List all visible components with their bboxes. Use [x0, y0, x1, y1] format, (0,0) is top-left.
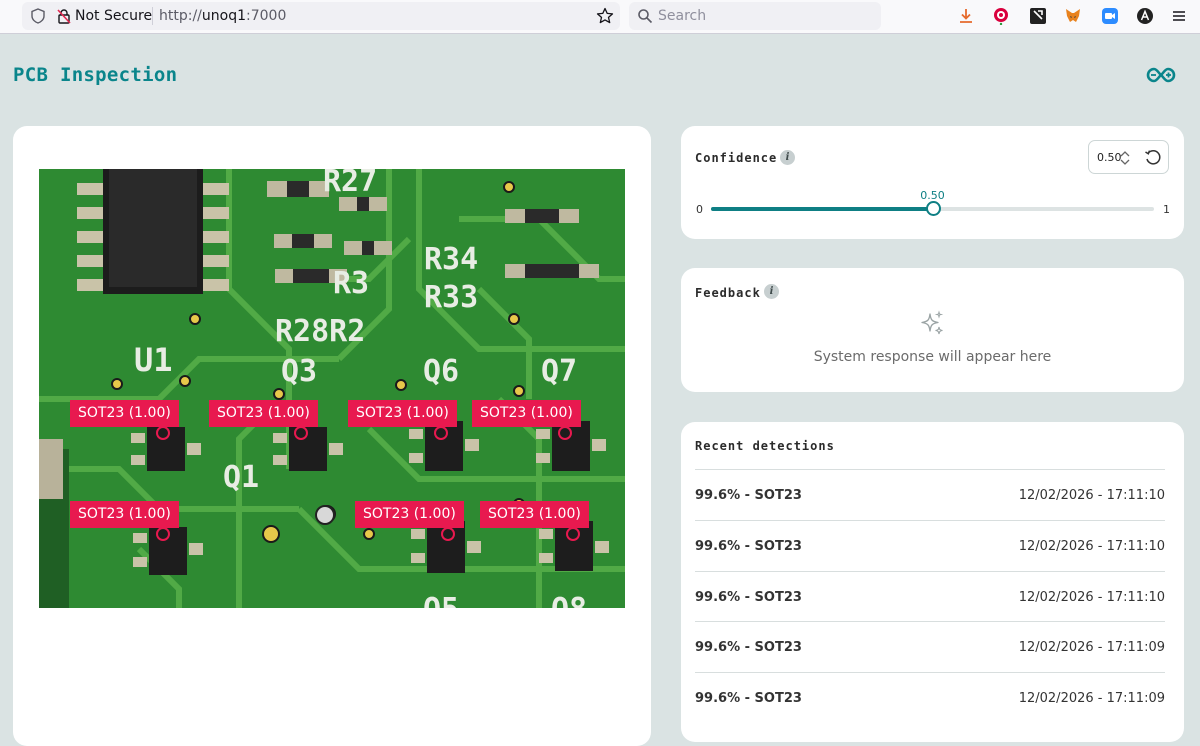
bookmark-star-icon[interactable]: [596, 7, 614, 25]
detection-summary: 99.6% - SOT23: [695, 488, 802, 503]
metamask-fox-icon[interactable]: [1064, 7, 1082, 25]
slider-thumb[interactable]: [925, 201, 941, 216]
page-title: PCB Inspection: [13, 64, 178, 86]
silkscreen-text: U1: [134, 341, 173, 379]
url-bar[interactable]: Not Secure http://unoq1:7000: [22, 2, 620, 30]
confidence-slider[interactable]: [711, 201, 1154, 216]
silkscreen-text: R3: [333, 266, 369, 301]
detection-marker: [434, 426, 448, 440]
detection-label: SOT23 (1.00): [70, 501, 179, 528]
confidence-card: Confidence i 0.50 0 0.50 1: [681, 126, 1184, 239]
browser-toolbar: Not Secure http://unoq1:7000 Search: [0, 0, 1200, 34]
list-item: 99.6% - SOT23 12/02/2026 - 17:11:09: [695, 621, 1165, 671]
search-bar[interactable]: Search: [629, 2, 881, 30]
url-host: unoq1: [201, 8, 246, 24]
arduino-logo-icon: [1146, 67, 1176, 83]
pcb-camera-view: R27 R3 R34 R33 R28R2 U1 Q3 Q6 Q7 Q1 Q5 Q…: [39, 169, 625, 608]
extension-target-icon[interactable]: [992, 7, 1010, 25]
detection-label: SOT23 (1.00): [70, 400, 179, 427]
silkscreen-text: Q6: [423, 354, 459, 389]
slider-max-label: 1: [1163, 203, 1170, 216]
detection-marker: [441, 527, 455, 541]
info-icon[interactable]: i: [780, 150, 795, 165]
list-item: 99.6% - SOT23 12/02/2026 - 17:11:09: [695, 672, 1165, 722]
list-item: 99.6% - SOT23 12/02/2026 - 17:11:10: [695, 571, 1165, 621]
extension-cursor-icon[interactable]: [1029, 7, 1047, 25]
detection-marker: [156, 527, 170, 541]
detection-timestamp: 12/02/2026 - 17:11:10: [1018, 488, 1165, 503]
detection-label: SOT23 (1.00): [480, 501, 589, 528]
downloads-icon[interactable]: [957, 7, 975, 25]
detection-summary: 99.6% - SOT23: [695, 640, 802, 655]
detection-marker: [558, 426, 572, 440]
silkscreen-text: R34: [424, 242, 478, 277]
silkscreen-text: Q3: [281, 354, 317, 389]
feedback-card: Feedback i System response will appear h…: [681, 268, 1184, 392]
search-icon: [638, 9, 653, 24]
slider-value-label: 0.50: [920, 189, 945, 202]
detection-label: SOT23 (1.00): [472, 400, 581, 427]
silkscreen-text: R27: [323, 169, 377, 199]
list-item: 99.6% - SOT23 12/02/2026 - 17:11:10: [695, 469, 1165, 519]
extension-video-icon[interactable]: [1101, 7, 1119, 25]
recent-detections-card: Recent detections 99.6% - SOT23 12/02/20…: [681, 422, 1184, 742]
image-card: R27 R3 R34 R33 R28R2 U1 Q3 Q6 Q7 Q1 Q5 Q…: [13, 126, 651, 746]
silkscreen-text: R33: [424, 280, 478, 315]
silkscreen-text: Q5: [423, 592, 459, 608]
detection-summary: 99.6% - SOT23: [695, 691, 802, 706]
detection-summary: 99.6% - SOT23: [695, 539, 802, 554]
detection-timestamp: 12/02/2026 - 17:11:09: [1018, 691, 1165, 706]
detection-summary: 99.6% - SOT23: [695, 590, 802, 605]
detection-marker: [156, 426, 170, 440]
url-text[interactable]: http://unoq1:7000: [159, 8, 286, 24]
url-separator: [152, 7, 153, 25]
url-prefix: http://: [159, 8, 202, 24]
silkscreen-text: R28R2: [275, 314, 365, 349]
detection-timestamp: 12/02/2026 - 17:11:09: [1018, 640, 1165, 655]
confidence-title: Confidence: [695, 151, 778, 165]
sparkle-icon: [921, 310, 944, 335]
detection-label: SOT23 (1.00): [209, 400, 318, 427]
detection-marker: [566, 527, 580, 541]
info-icon[interactable]: i: [764, 284, 779, 299]
shield-icon[interactable]: [30, 8, 46, 24]
feedback-title: Feedback: [695, 286, 761, 300]
detection-marker: [294, 426, 308, 440]
pcb-image: R27 R3 R34 R33 R28R2 U1 Q3 Q6 Q7 Q1 Q5 Q…: [39, 169, 625, 608]
confidence-input[interactable]: 0.50: [1097, 151, 1122, 164]
detection-label: SOT23 (1.00): [355, 501, 464, 528]
spinner-arrows-icon[interactable]: [1119, 151, 1131, 165]
menu-icon[interactable]: [1170, 7, 1188, 25]
security-label[interactable]: Not Secure: [75, 8, 152, 24]
slider-min-label: 0: [696, 203, 703, 216]
confidence-input-group: 0.50: [1088, 140, 1169, 174]
detection-timestamp: 12/02/2026 - 17:11:10: [1018, 539, 1165, 554]
url-port: :7000: [246, 8, 287, 24]
recent-title: Recent detections: [695, 439, 835, 453]
insecure-lock-icon[interactable]: [56, 8, 72, 24]
feedback-placeholder: System response will appear here: [813, 349, 1052, 365]
reset-icon[interactable]: [1144, 149, 1162, 167]
slider-fill: [711, 207, 933, 211]
detection-timestamp: 12/02/2026 - 17:11:10: [1018, 590, 1165, 605]
account-avatar-icon[interactable]: [1136, 7, 1154, 25]
silkscreen-text: Q7: [541, 354, 577, 389]
search-placeholder: Search: [658, 8, 707, 24]
silkscreen-text: Q8: [551, 592, 587, 608]
list-item: 99.6% - SOT23 12/02/2026 - 17:11:10: [695, 520, 1165, 570]
detection-label: SOT23 (1.00): [348, 400, 457, 427]
silkscreen-text: Q1: [223, 460, 259, 495]
